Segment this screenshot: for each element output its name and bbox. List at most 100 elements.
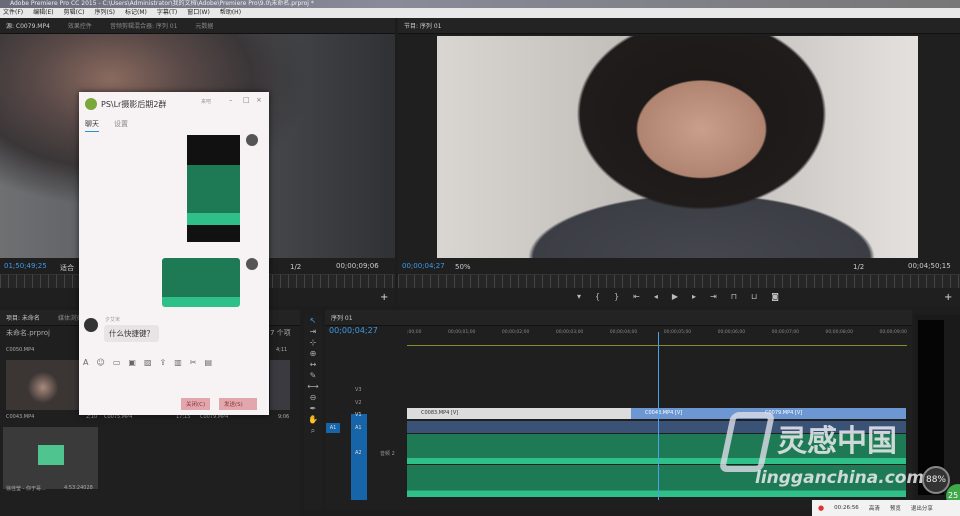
exit-share-button[interactable]: 退出分享 bbox=[911, 504, 933, 512]
preview-button[interactable]: 预览 bbox=[890, 504, 901, 512]
delete-icon[interactable]: ▥ bbox=[174, 358, 182, 367]
go-to-in-icon[interactable]: ⇤ bbox=[633, 292, 640, 301]
item-name[interactable]: C0050.MP4 bbox=[6, 347, 34, 353]
export-frame-icon[interactable]: ◙ bbox=[771, 292, 779, 301]
watermark-url: lingganchina.com bbox=[755, 468, 925, 488]
tab-source[interactable]: 源: C0079.MP4 bbox=[6, 21, 50, 30]
minimize-icon[interactable]: – bbox=[229, 96, 233, 104]
tab-project[interactable]: 项目: 未命名 bbox=[6, 313, 40, 322]
source-a1[interactable]: A1 bbox=[326, 423, 340, 433]
sender-name: 夕艾米 bbox=[105, 317, 121, 323]
menu-edit[interactable]: 编辑(E) bbox=[33, 8, 53, 18]
slide-icon[interactable]: ⊖ bbox=[304, 392, 322, 403]
image-message[interactable] bbox=[162, 258, 240, 307]
razor-icon[interactable]: ✎ bbox=[304, 370, 322, 381]
chat-status: 来吧 bbox=[201, 99, 212, 105]
upload-icon[interactable]: ⇪ bbox=[160, 358, 167, 367]
slip-icon[interactable]: ⟷ bbox=[304, 381, 322, 392]
mark-out-icon[interactable]: } bbox=[614, 292, 619, 301]
menu-window[interactable]: 窗口(W) bbox=[187, 8, 210, 18]
play-icon[interactable]: ▶ bbox=[672, 292, 678, 301]
menu-sequence[interactable]: 序列(S) bbox=[95, 8, 116, 18]
audio-item[interactable] bbox=[3, 427, 98, 489]
program-zoom-select[interactable]: 50% bbox=[455, 263, 471, 271]
ripple-edit-icon[interactable]: ⊹ bbox=[304, 337, 322, 348]
add-button-icon[interactable]: + bbox=[380, 292, 388, 303]
user-avatar bbox=[246, 134, 258, 146]
step-back-icon[interactable]: ◂ bbox=[654, 292, 658, 301]
track-v1[interactable]: V1 bbox=[355, 412, 362, 418]
maximize-icon[interactable]: □ bbox=[243, 96, 250, 104]
item-duration: 4;11 bbox=[276, 347, 288, 353]
hd-button[interactable]: 高清 bbox=[869, 504, 880, 512]
track-select-icon[interactable]: ⇥ bbox=[304, 326, 322, 337]
font-icon[interactable]: A bbox=[83, 358, 88, 367]
program-ruler[interactable] bbox=[398, 274, 960, 288]
source-timecode[interactable]: 01;50;49;25 bbox=[4, 262, 47, 270]
item-duration: 9;06 bbox=[278, 414, 290, 420]
source-resolution-select[interactable]: 1/2 bbox=[290, 263, 301, 271]
share-status-bar: ● 00:26:56 高清 预览 退出分享 bbox=[812, 500, 960, 516]
gift-icon[interactable]: ▣ bbox=[128, 358, 136, 367]
clip-thumbnail[interactable] bbox=[270, 360, 290, 410]
tab-chat[interactable]: 聊天 bbox=[85, 119, 99, 132]
menu-marker[interactable]: 标记(M) bbox=[125, 8, 147, 18]
screenshot-icon[interactable]: ✂ bbox=[190, 358, 197, 367]
tab-sequence[interactable]: 序列 01 bbox=[331, 313, 353, 322]
history-icon[interactable]: ▤ bbox=[204, 358, 212, 367]
tab-metadata[interactable]: 元数据 bbox=[195, 21, 213, 30]
rate-stretch-icon[interactable]: ↔ bbox=[304, 359, 322, 370]
video-clip[interactable]: C0083.MP4 [V] bbox=[407, 408, 631, 419]
tab-settings[interactable]: 设置 bbox=[114, 119, 128, 129]
hand-icon[interactable]: ✋ bbox=[304, 414, 322, 425]
sender-avatar bbox=[84, 318, 98, 332]
program-timecode[interactable]: 00;00;04;27 bbox=[402, 262, 445, 270]
ruler-tick: 00;00;08;00 bbox=[825, 330, 853, 335]
marker-icon[interactable]: ▾ bbox=[577, 292, 581, 301]
send-button[interactable]: 发送(S) bbox=[219, 398, 257, 410]
tab-audio-mixer[interactable]: 音频剪辑混合器: 序列 01 bbox=[110, 21, 177, 30]
group-avatar bbox=[85, 98, 97, 110]
image-message[interactable] bbox=[187, 135, 240, 242]
clip-thumbnail[interactable] bbox=[6, 360, 80, 410]
extract-icon[interactable]: ⊔ bbox=[751, 292, 757, 301]
ruler-tick: 00;00;06;00 bbox=[717, 330, 746, 335]
emoji-icon[interactable]: ☺ bbox=[96, 358, 104, 367]
image-icon[interactable]: ▨ bbox=[144, 358, 152, 367]
add-button-icon[interactable]: + bbox=[944, 292, 952, 303]
menu-file[interactable]: 文件(F) bbox=[3, 8, 23, 18]
watermark-brand: 灵感中国 bbox=[777, 424, 897, 459]
ruler-tick: 00;00;02;00 bbox=[501, 330, 530, 335]
pen-icon[interactable]: ✒ bbox=[304, 403, 322, 414]
playhead[interactable] bbox=[658, 332, 659, 500]
close-icon[interactable]: × bbox=[256, 96, 262, 104]
selection-tool-icon[interactable]: ↖ bbox=[304, 315, 322, 326]
mark-in-icon[interactable]: { bbox=[595, 292, 600, 301]
ruler-tick: ;00;00 bbox=[407, 330, 422, 335]
menu-clip[interactable]: 剪辑(C) bbox=[64, 8, 85, 18]
tab-effect-controls[interactable]: 效果控件 bbox=[68, 21, 92, 30]
track-a2[interactable]: A2 bbox=[355, 450, 362, 456]
menu-help[interactable]: 帮助(H) bbox=[220, 8, 241, 18]
progress-percent: 88% bbox=[922, 466, 950, 494]
step-forward-icon[interactable]: ▸ bbox=[692, 292, 696, 301]
timeline-timecode[interactable]: 00;00;04;27 bbox=[329, 326, 378, 335]
track-v2[interactable]: V2 bbox=[355, 400, 362, 406]
close-chat-button[interactable]: 关闭(C) bbox=[181, 398, 211, 410]
track-a1[interactable]: A1 bbox=[355, 425, 362, 431]
zoom-icon[interactable]: ⌕ bbox=[304, 425, 322, 436]
track-v3[interactable]: V3 bbox=[355, 387, 362, 393]
program-resolution-select[interactable]: 1/2 bbox=[853, 263, 864, 271]
program-monitor: 节目: 序列 01 00;00;04;27 50% 1/2 00;04;50;1… bbox=[398, 18, 960, 306]
rolling-edit-icon[interactable]: ⊕ bbox=[304, 348, 322, 359]
source-fit-select[interactable]: 适合 bbox=[60, 263, 74, 273]
tab-program[interactable]: 节目: 序列 01 bbox=[404, 21, 441, 30]
ruler-tick: 00;00;05;00 bbox=[663, 330, 692, 335]
menu-title[interactable]: 字幕(T) bbox=[157, 8, 177, 18]
item-name[interactable]: C0043.MP4 bbox=[6, 414, 34, 420]
video-icon[interactable]: ▭ bbox=[113, 358, 121, 367]
item-name[interactable]: 徐佳莹 - 你于哥... bbox=[6, 485, 46, 492]
lift-icon[interactable]: ⊓ bbox=[731, 292, 737, 301]
go-to-out-icon[interactable]: ⇥ bbox=[710, 292, 717, 301]
time-ruler[interactable]: ;00;00 00;00;01;00 00;00;02;00 00;00;03;00 0… bbox=[407, 330, 907, 346]
